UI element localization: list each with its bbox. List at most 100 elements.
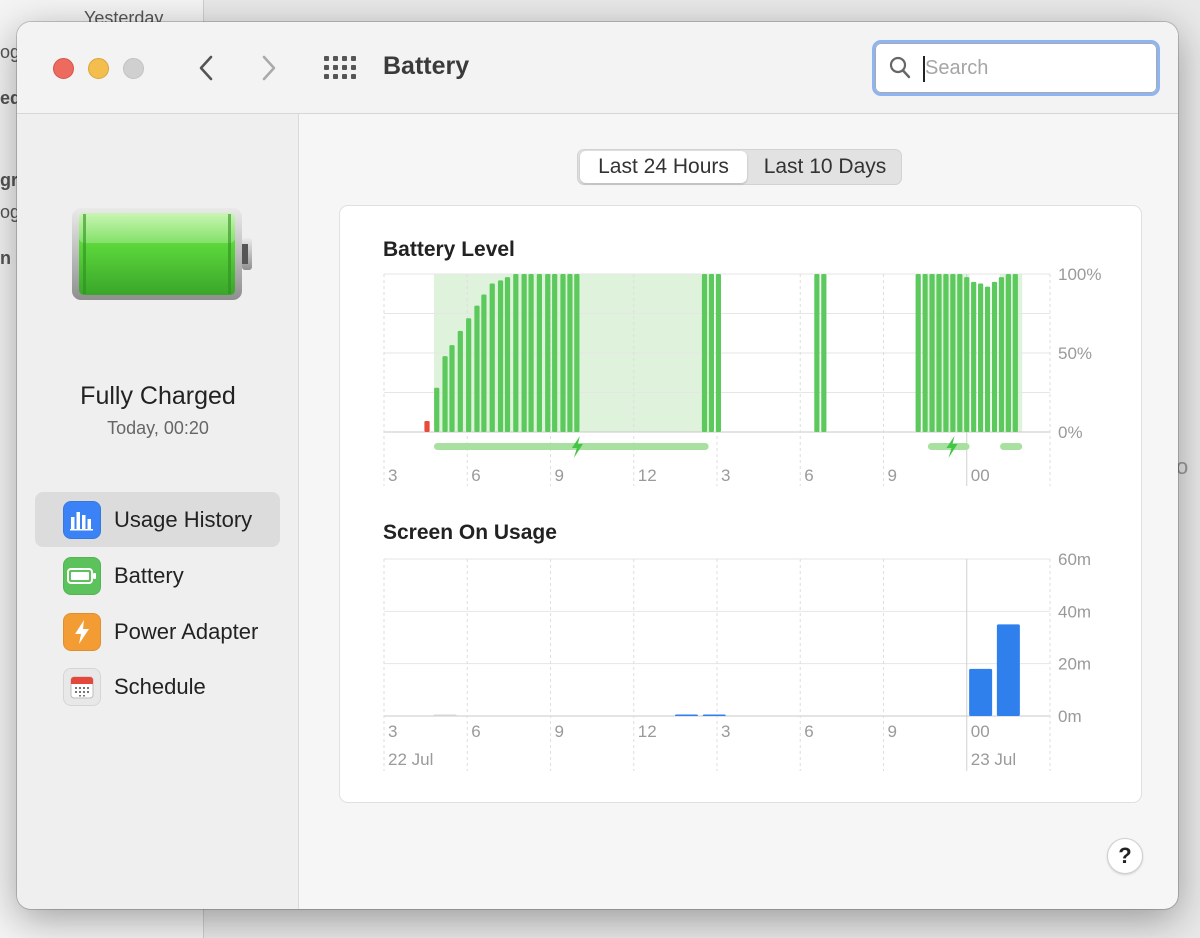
sidebar-item-usage-history[interactable]: Usage History [35, 492, 280, 547]
battery-level-bar [424, 420, 430, 432]
battery-level-bar [991, 281, 998, 432]
usage-history-card: Battery Level 3 6 9 12 3 6 9 00 100% 50% 0% Screen… [339, 205, 1142, 803]
tab-last-24-hours[interactable]: Last 24 Hours [580, 151, 747, 183]
battery-level-bar [552, 274, 558, 432]
battery-level-chart: 3 6 9 12 3 6 9 00 100% 50% 0% [383, 266, 1101, 486]
screen-usage-bar [433, 714, 457, 716]
minimize-button[interactable] [88, 58, 109, 79]
battery-level-bar [513, 274, 519, 432]
bar-chart-icon [63, 500, 101, 539]
screen-usage-bar [702, 714, 726, 716]
y-tick-label: 0% [1058, 423, 1083, 442]
x-tick-label: 00 [971, 466, 990, 485]
battery-window: Battery Search Fully Charged Today, 00:2… [17, 22, 1178, 909]
y-tick-label: 0m [1058, 707, 1082, 726]
charging-indicator-strip [433, 443, 709, 450]
x-tick-label: 6 [471, 466, 480, 485]
sidebar: Fully Charged Today, 00:20 Usage History [17, 114, 299, 909]
battery-level-bar [957, 274, 963, 432]
x-tick-label: 9 [555, 466, 564, 485]
search-icon [889, 56, 911, 79]
battery-level-bar [536, 274, 542, 432]
search-field[interactable]: Search [872, 40, 1160, 96]
tab-last-10-days[interactable]: Last 10 Days [749, 151, 901, 183]
x-tick-label: 9 [555, 722, 564, 741]
sidebar-item-label: Schedule [114, 673, 206, 699]
back-button[interactable] [189, 50, 223, 86]
battery-level-bar [474, 305, 480, 432]
sidebar-item-power-adapter[interactable]: Power Adapter [35, 604, 280, 659]
x-tick-label: 3 [388, 466, 397, 485]
x-tick-label: 00 [971, 722, 990, 741]
sidebar-item-battery[interactable]: Battery [35, 548, 280, 603]
calendar-icon [63, 667, 101, 706]
screen-usage-bar [969, 668, 993, 716]
y-tick-label: 60m [1058, 551, 1091, 569]
screen-usage-bar [996, 624, 1020, 716]
battery-icon [63, 556, 101, 595]
background-text: n [0, 248, 11, 268]
chevron-left-icon [199, 55, 213, 81]
x-tick-label: 3 [388, 722, 397, 741]
search-placeholder: Search [925, 57, 989, 79]
background-text: gr [0, 170, 18, 190]
x-tick-label: 3 [721, 722, 730, 741]
sidebar-item-schedule[interactable]: Schedule [35, 659, 280, 714]
help-button[interactable]: ? [1107, 838, 1143, 874]
battery-level-bar [950, 274, 956, 432]
battery-level-title: Battery Level [383, 238, 515, 261]
battery-level-bar [466, 318, 472, 432]
y-tick-label: 40m [1058, 602, 1091, 621]
battery-level-bar [701, 274, 708, 432]
x-tick-label: 12 [638, 722, 657, 741]
sidebar-item-label: Power Adapter [114, 618, 259, 644]
sidebar-item-label: Usage History [114, 506, 253, 532]
battery-level-bar [708, 274, 715, 432]
title-bar: Battery Search [17, 22, 1178, 114]
battery-level-bar [915, 274, 921, 432]
battery-level-bar [489, 283, 495, 432]
battery-level-bar [497, 280, 504, 432]
battery-level-bar [504, 277, 511, 432]
x-tick-label: 12 [638, 466, 657, 485]
chevron-right-icon [262, 55, 276, 81]
show-all-grid-icon[interactable] [323, 55, 357, 81]
battery-charged-icon [72, 208, 252, 300]
y-tick-label: 20m [1058, 655, 1091, 674]
battery-level-bar [821, 274, 827, 432]
search-field-border [875, 43, 1157, 93]
screen-on-usage-chart: 3 6 9 12 3 6 9 00 22 Jul 23 Jul 60m 40m 20m 0m [383, 551, 1091, 771]
battery-level-bar [528, 274, 534, 432]
sidebar-item-label: Battery [114, 562, 184, 588]
battery-level-bar [922, 274, 928, 432]
charging-indicator-strip [1000, 443, 1023, 450]
battery-level-bar [567, 274, 573, 432]
y-tick-label: 100% [1058, 266, 1101, 284]
y-tick-label: 50% [1058, 344, 1092, 363]
battery-level-bar [715, 274, 721, 432]
date-label: 23 Jul [971, 750, 1016, 769]
battery-level-bar [936, 274, 942, 432]
battery-level-bar [814, 274, 820, 432]
screen-on-usage-title: Screen On Usage [383, 521, 557, 544]
battery-level-bar [434, 387, 440, 432]
battery-level-bar [449, 345, 455, 432]
battery-level-bar [984, 286, 991, 432]
battery-level-bar [929, 274, 935, 432]
time-range-segmented-control: Last 24 Hours Last 10 Days [577, 149, 902, 185]
battery-level-bar [978, 283, 984, 432]
zoom-button[interactable] [123, 58, 144, 79]
date-label: 22 Jul [388, 750, 433, 769]
battery-level-bar [442, 356, 448, 432]
battery-level-bar [998, 277, 1005, 432]
x-tick-label: 9 [888, 722, 897, 741]
window-title: Battery [383, 52, 470, 80]
close-button[interactable] [53, 58, 74, 79]
battery-status-title: Fully Charged [80, 382, 236, 410]
x-tick-label: 6 [804, 722, 813, 741]
battery-status-time: Today, 00:20 [107, 418, 209, 438]
battery-level-bar [964, 277, 970, 432]
forward-button[interactable] [252, 50, 286, 86]
battery-level-bar [521, 274, 527, 432]
battery-level-bar [457, 330, 463, 432]
